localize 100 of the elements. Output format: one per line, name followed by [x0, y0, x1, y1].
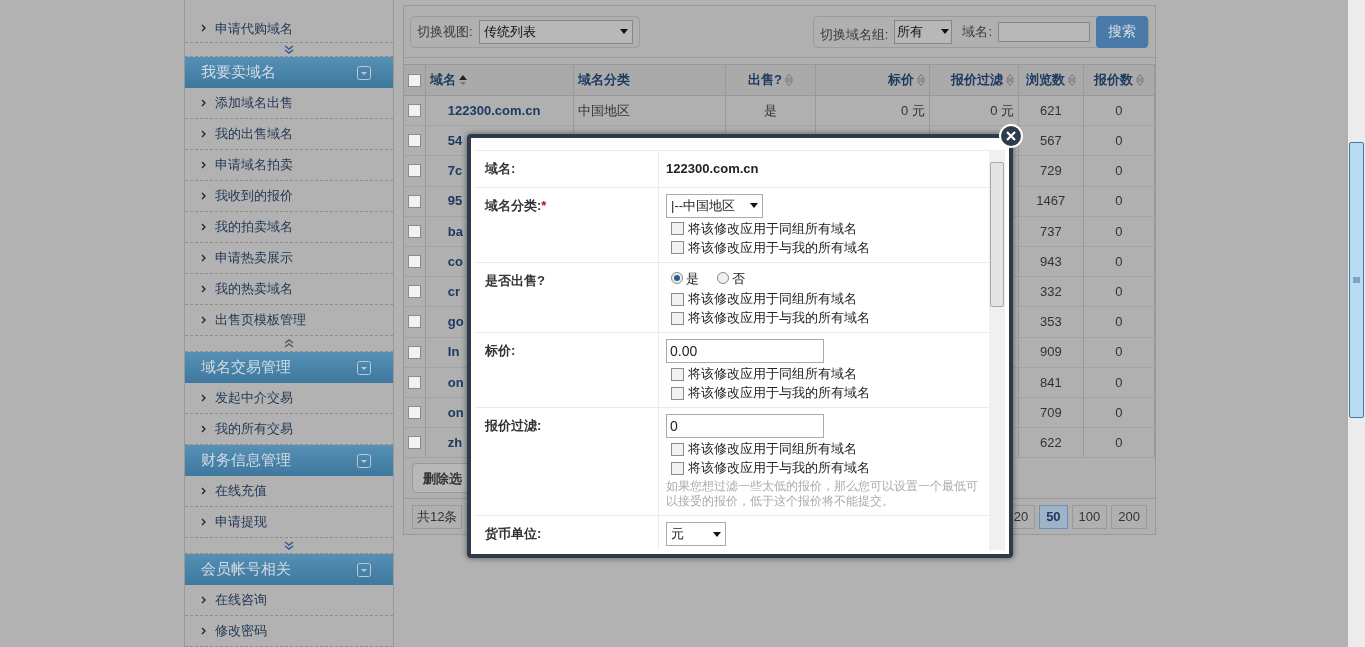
view-select[interactable]: 传统列表 [478, 19, 633, 44]
checkbox[interactable] [671, 292, 684, 306]
sort-up-icon[interactable] [458, 75, 467, 85]
category-select[interactable]: |--中国地区 [666, 193, 763, 218]
dialog-scrollbar[interactable] [989, 150, 1005, 550]
sidebar-item[interactable]: 添加域名出售 [185, 88, 393, 119]
domain-link[interactable]: on [447, 402, 464, 423]
sidebar-item[interactable]: 我的拍卖域名 [185, 212, 393, 243]
domain-link[interactable]: 122300.com.cn [447, 100, 541, 121]
checkbox[interactable] [671, 311, 684, 325]
checkbox-label[interactable]: 将该修改应用于同组所有域名 [688, 291, 857, 307]
price-input[interactable]: 0 [666, 414, 824, 438]
page-size-button[interactable]: 200 [1111, 504, 1147, 529]
domain-link[interactable]: zh [447, 432, 463, 453]
sidebar-item[interactable]: 我的热卖域名 [185, 274, 393, 305]
sidebar-item[interactable]: 修改密码 [185, 616, 393, 647]
checkbox[interactable] [671, 386, 684, 400]
collapse-toggle-icon[interactable] [357, 65, 371, 80]
checkbox-label[interactable]: 将该修改应用于与我的所有域名 [688, 239, 870, 256]
checkbox-label[interactable]: 将该修改应用于与我的所有域名 [688, 460, 870, 476]
checkbox-label[interactable]: 将该修改应用于同组所有域名 [688, 220, 857, 237]
checkbox[interactable] [407, 194, 421, 208]
column-header[interactable]: 浏览数 [1019, 65, 1084, 95]
sidebar-item[interactable]: 出售页模板管理 [185, 305, 393, 336]
domain-link[interactable]: ba [447, 221, 463, 242]
domain-link[interactable]: In [447, 342, 460, 362]
sort-icon[interactable] [784, 74, 793, 86]
domain-link[interactable]: 7c [447, 161, 463, 181]
checkbox[interactable] [407, 73, 421, 87]
page-size-button[interactable]: 50 [1039, 504, 1068, 529]
column-header[interactable]: 报价过滤 [929, 65, 1019, 95]
sidebar-item[interactable]: 申请代购域名 [185, 15, 393, 43]
search-button[interactable]: 搜索 [1096, 15, 1148, 48]
checkbox[interactable] [407, 224, 421, 238]
domain-link[interactable]: cr [447, 281, 461, 302]
sidebar-section-header[interactable]: 财务信息管理 [185, 445, 393, 476]
sidebar-item[interactable]: 在线充值 [185, 476, 393, 507]
sidebar-item[interactable]: 我收到的报价 [185, 181, 393, 212]
checkbox[interactable] [671, 241, 684, 254]
sidebar-section-header[interactable]: 域名交易管理 [185, 352, 393, 383]
checkbox[interactable] [407, 315, 421, 329]
sidebar-item[interactable]: 申请提现 [185, 507, 393, 538]
sidebar-section-header[interactable]: 会员帐号相关 [185, 554, 393, 585]
sort-icon[interactable] [1067, 74, 1076, 86]
checkbox[interactable] [407, 134, 421, 148]
chevron-right-icon [201, 394, 206, 402]
checkbox[interactable] [407, 285, 421, 299]
checkbox[interactable] [407, 405, 421, 419]
checkbox[interactable] [671, 442, 684, 456]
checkbox[interactable] [671, 367, 684, 381]
domain-link[interactable]: 54 [447, 131, 463, 151]
checkbox[interactable] [407, 164, 421, 178]
collapse-toggle-icon[interactable] [357, 453, 371, 468]
checkbox[interactable] [671, 461, 684, 475]
scrollbar-thumb[interactable] [1349, 142, 1364, 418]
checkbox-label[interactable]: 将该修改应用于与我的所有域名 [688, 310, 870, 326]
sidebar-item[interactable]: 我的出售域名 [185, 119, 393, 150]
domain-link[interactable]: go [447, 312, 464, 332]
checkbox[interactable] [407, 255, 421, 269]
required-mark: * [541, 197, 547, 213]
checkbox[interactable] [407, 104, 421, 118]
column-header[interactable]: 域名分类 [573, 65, 727, 95]
sort-icon[interactable] [1006, 74, 1014, 86]
table-cell-text: 841 [1039, 373, 1062, 392]
sidebar-item[interactable]: 申请热卖展示 [185, 243, 393, 274]
currency-select[interactable]: 元 [666, 522, 726, 546]
radio-option[interactable]: 否 [717, 268, 745, 288]
checkbox-label[interactable]: 将该修改应用于同组所有域名 [688, 366, 857, 382]
collapse-toggle-icon[interactable] [357, 562, 371, 577]
radio-option[interactable]: 是 [671, 268, 699, 288]
domain-link[interactable]: co [447, 251, 463, 272]
double-chevron-down-icon[interactable] [284, 541, 294, 550]
checkbox[interactable] [407, 375, 421, 389]
caret-icon [750, 203, 758, 208]
sidebar-item[interactable]: 发起中介交易 [185, 383, 393, 414]
domain-input[interactable] [998, 21, 1090, 42]
sort-icon[interactable] [916, 74, 925, 86]
column-header[interactable]: 标价 [815, 65, 930, 95]
domain-link[interactable]: on [447, 372, 464, 393]
sidebar-item[interactable]: 在线咨询 [185, 585, 393, 616]
column-header[interactable]: 域名 [425, 65, 574, 95]
table-cell-text: 0 [1115, 433, 1123, 452]
checkbox-label[interactable]: 将该修改应用于同组所有域名 [688, 441, 857, 457]
chevron-right-icon [201, 316, 206, 324]
double-chevron-up-icon[interactable] [284, 339, 294, 348]
collapse-toggle-icon[interactable] [357, 360, 371, 375]
sidebar-item[interactable]: 申请域名拍卖 [185, 150, 393, 181]
checkbox[interactable] [671, 222, 684, 235]
price-input[interactable]: 0.00 [666, 339, 824, 363]
checkbox[interactable] [407, 345, 421, 359]
domain-link[interactable]: 95 [447, 191, 463, 211]
checkbox-label[interactable]: 将该修改应用于与我的所有域名 [688, 385, 870, 401]
sort-icon[interactable] [1135, 74, 1144, 86]
column-header[interactable]: 报价数 [1083, 65, 1155, 95]
page-size-button[interactable]: 100 [1071, 504, 1108, 529]
checkbox[interactable] [407, 436, 421, 450]
table-cell-text: 0 元 [900, 101, 925, 120]
double-chevron-down-icon[interactable] [284, 44, 294, 54]
column-header[interactable]: 出售? [726, 65, 816, 95]
group-select[interactable]: 所有 [894, 19, 953, 44]
